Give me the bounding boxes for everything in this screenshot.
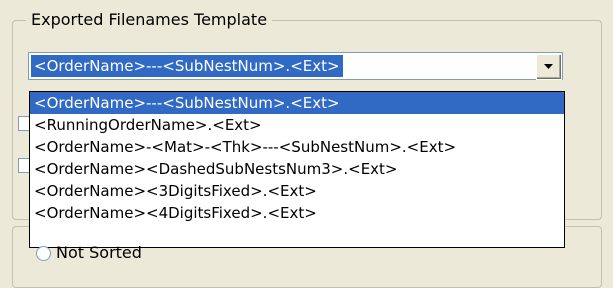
dropdown-option[interactable]: <OrderName>-<Mat>-<Thk>---<SubNestNum>.<… [30, 136, 564, 158]
dropdown-option[interactable]: <OrderName><3DigitsFixed>.<Ext> [30, 180, 564, 202]
dropdown-list[interactable]: <OrderName>---<SubNestNum>.<Ext> <Runnin… [29, 91, 565, 248]
dropdown-option[interactable]: <OrderName><DashedSubNestsNum3>.<Ext> [30, 158, 564, 180]
not-sorted-label: Not Sorted [56, 243, 142, 262]
dropdown-option[interactable]: <OrderName><4DigitsFixed>.<Ext> [30, 202, 564, 224]
dropdown-option[interactable]: <OrderName>---<SubNestNum>.<Ext> [30, 92, 564, 114]
group-title: Exported Filenames Template [26, 10, 273, 30]
not-sorted-radio[interactable] [36, 246, 51, 261]
combo-selected-value: <OrderName>---<SubNestNum>.<Ext> [31, 55, 343, 77]
dropdown-button[interactable] [536, 54, 562, 80]
dropdown-option[interactable]: <RunningOrderName>.<Ext> [30, 114, 564, 136]
chevron-down-icon [544, 64, 553, 69]
filename-template-combo[interactable]: <OrderName>---<SubNestNum>.<Ext> [28, 52, 563, 80]
